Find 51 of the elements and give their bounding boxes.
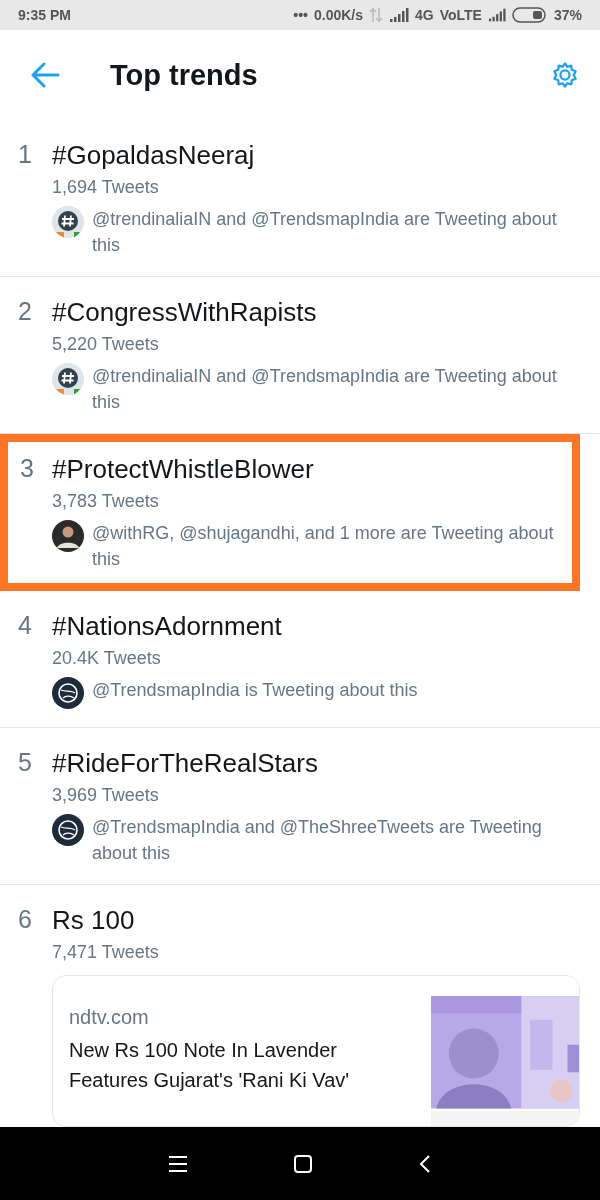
notification-dots: •••	[293, 7, 308, 23]
tweet-count: 3,969 Tweets	[52, 785, 160, 806]
context-text: @TrendsmapIndia is Tweeting about this	[92, 679, 418, 702]
news-headline: New Rs 100 Note In Lavender Features Gujarat's 'Rani Ki Vav'	[69, 1038, 351, 1093]
context-text: @withRG, @shujagandhi, and 1 more are Tweeting about this	[92, 522, 555, 571]
home-icon[interactable]	[293, 1153, 313, 1174]
trend-name: #ProtectWhistleBlower	[52, 454, 315, 485]
trend-name: #NationsAdornment	[52, 611, 283, 642]
news-source: ndtv.com	[69, 1006, 150, 1029]
trend-item[interactable]: 5 #RideForTheRealStars 3,969 Tweets @TrendsmapIndia and @TheShreeTweets are Tweeting about this	[0, 728, 600, 885]
tweet-count: 5,220 Tweets	[52, 334, 160, 355]
network-type: 4G	[415, 7, 434, 23]
context-text: @TrendsmapIndia and @TheShreeTweets are Tweeting about this	[92, 816, 543, 865]
avatar-icon	[52, 677, 84, 709]
tweet-count: 1,694 Tweets	[52, 177, 160, 198]
trend-name: #CongressWithRapists	[52, 297, 318, 328]
context-text: @trendinaliaIN and @TrendsmapIndia are Tweeting about this	[92, 365, 558, 414]
avatar-icon	[52, 814, 84, 846]
trend-rank: 1	[17, 140, 33, 170]
battery-percent: 37%	[553, 7, 582, 23]
trend-name: Rs 100	[52, 905, 136, 936]
context-text: @trendinaliaIN and @TrendsmapIndia are Tweeting about this	[92, 208, 558, 257]
tweet-count: 20.4K Tweets	[52, 648, 162, 669]
tweet-count: 3,783 Tweets	[52, 491, 160, 512]
data-transfer-icon	[369, 6, 383, 24]
clock-text: 9:35 PM	[18, 7, 71, 23]
hashtag-avatar-icon	[52, 363, 84, 395]
trend-name: #GopaldasNeeraj	[52, 140, 256, 171]
trend-rank: 6	[17, 905, 33, 935]
news-card[interactable]: ndtv.com New Rs 100 Note In Lavender Features Gujarat's 'Rani Ki Vav'	[52, 975, 580, 1127]
trend-name: #RideForTheRealStars	[52, 748, 319, 779]
hashtag-avatar-icon	[52, 206, 84, 238]
signal-icon	[487, 8, 506, 22]
battery-icon	[511, 6, 548, 24]
volte-label: VoLTE	[439, 7, 482, 23]
trend-item[interactable]: 2 #CongressWithRapists 5,220 Tweets @trendinaliaIN and @TrendsmapIndia are Tweeting about this	[0, 277, 600, 434]
back-icon[interactable]	[418, 1153, 432, 1174]
page-title: Top trends	[110, 58, 259, 92]
trend-rank: 4	[17, 611, 33, 641]
back-arrow-icon[interactable]	[30, 62, 60, 88]
trend-rank: 2	[17, 297, 33, 327]
trend-rank: 3	[19, 454, 35, 484]
trend-item[interactable]: 4 #NationsAdornment 20.4K Tweets @TrendsmapIndia is Tweeting about this	[0, 591, 600, 728]
trend-item[interactable]: 1 #GopaldasNeeraj 1,694 Tweets @trendinaliaIN and @TrendsmapIndia are Tweeting about this	[0, 120, 600, 277]
network-speed: 0.00K/s	[313, 7, 363, 23]
trend-rank: 5	[17, 748, 33, 778]
trend-item[interactable]: 3 #ProtectWhistleBlower 3,783 Tweets @withRG, @shujagandhi, and 1 more are Tweeting about this	[0, 434, 580, 591]
avatar-icon	[52, 520, 84, 552]
menu-icon[interactable]	[168, 1154, 188, 1173]
signal-icon	[389, 8, 409, 22]
tweet-count: 7,471 Tweets	[52, 942, 160, 963]
